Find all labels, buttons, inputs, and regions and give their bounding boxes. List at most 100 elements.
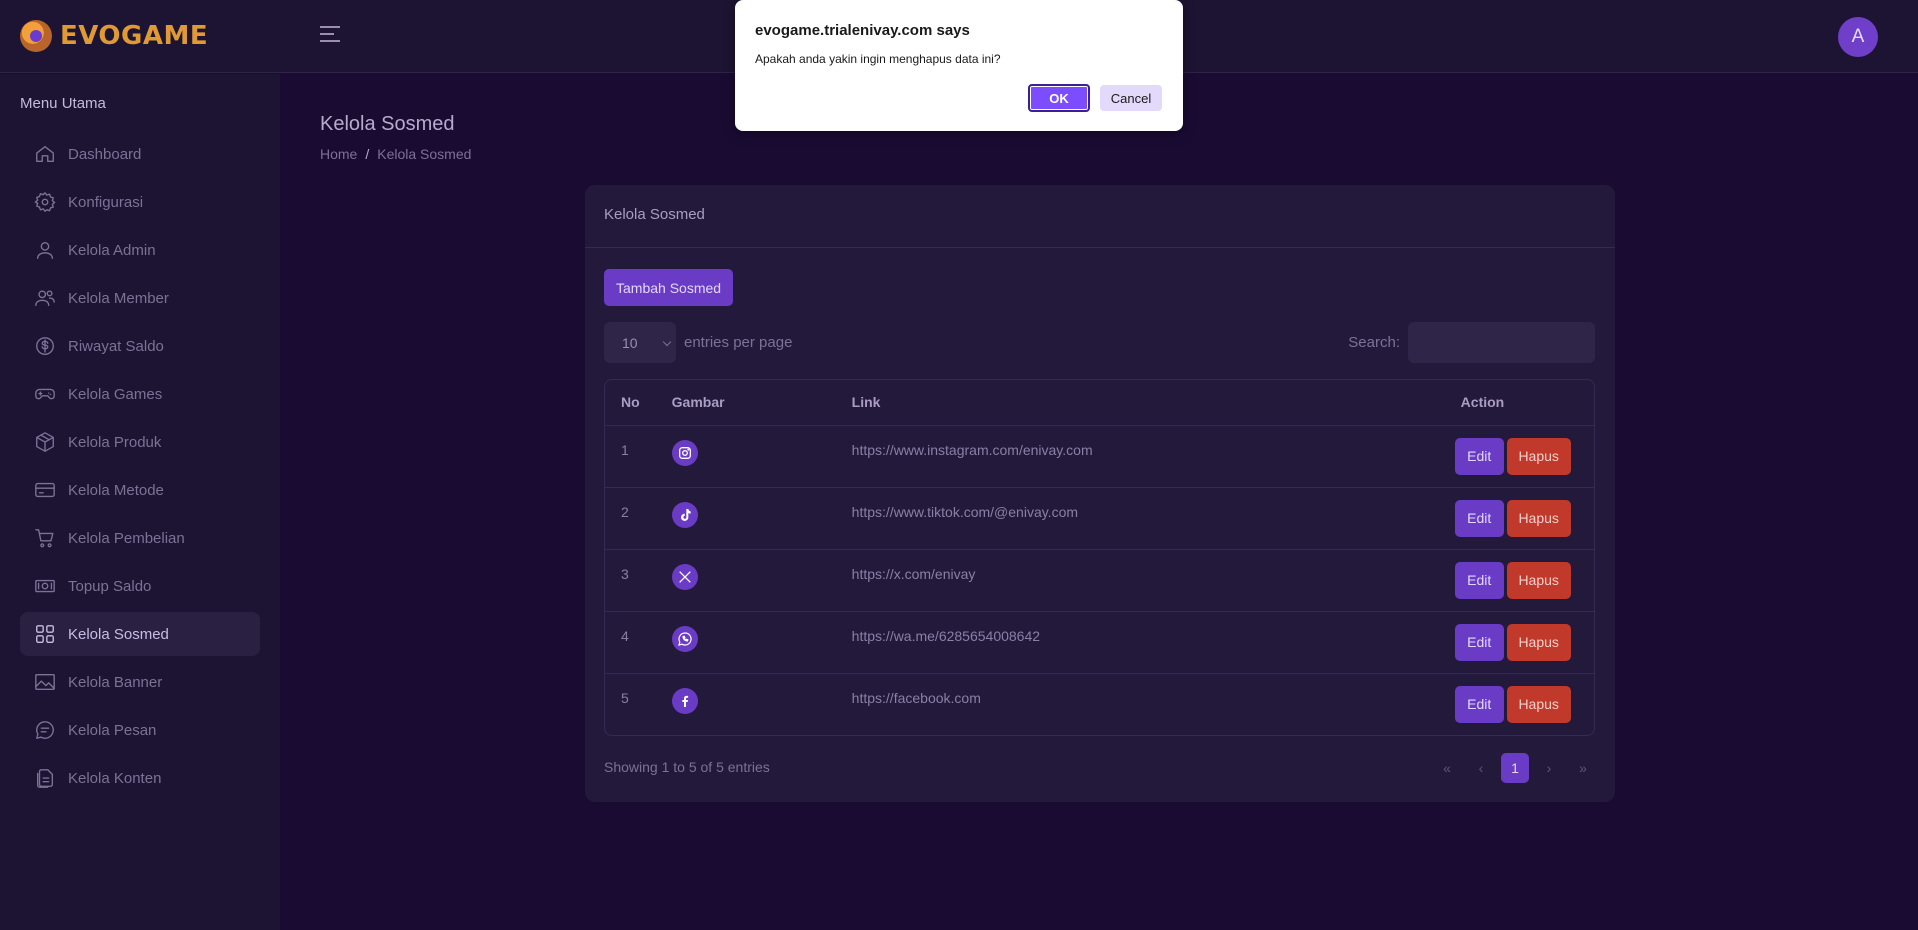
delete-button[interactable]: Hapus	[1506, 437, 1571, 475]
sidebar-item-label: Kelola Member	[68, 289, 169, 307]
sidebar-item-label: Riwayat Saldo	[68, 337, 164, 355]
row-number: 3	[605, 549, 656, 612]
sidebar-item-konfigurasi[interactable]: Konfigurasi	[20, 180, 260, 224]
sidebar-item-label: Kelola Konten	[68, 769, 162, 787]
delete-button[interactable]: Hapus	[1506, 623, 1571, 661]
money-icon	[34, 575, 68, 597]
box-icon	[34, 431, 68, 453]
sidebar-item-kelola-sosmed[interactable]: Kelola Sosmed	[20, 612, 260, 656]
row-image	[655, 549, 836, 612]
files-icon	[34, 767, 68, 789]
delete-button[interactable]: Hapus	[1506, 561, 1571, 599]
sidebar: Menu Utama Dashboard Konfigurasi Kelola Ad…	[0, 74, 280, 930]
column-header-gambar[interactable]: Gambar	[655, 380, 836, 426]
row-image	[655, 611, 836, 674]
card-title: Kelola Sosmed	[585, 185, 1615, 248]
row-link: https://x.com/enivay	[835, 549, 1445, 612]
gear-icon	[34, 191, 68, 213]
row-actions: Edit Hapus	[1444, 611, 1594, 674]
grid-icon	[34, 623, 68, 645]
dialog-message: Apakah anda yakin ingin menghapus data i…	[755, 52, 1001, 66]
column-header-link[interactable]: Link	[835, 380, 1445, 426]
row-image	[656, 673, 836, 735]
pager-prev-button[interactable]: ‹	[1467, 753, 1495, 783]
add-sosmed-button[interactable]: Tambah Sosmed	[604, 269, 734, 306]
sidebar-item-label: Kelola Games	[68, 385, 163, 403]
search-label: Search:	[1348, 334, 1400, 351]
sidebar-item-kelola-games[interactable]: Kelola Games	[20, 372, 260, 416]
users-icon	[34, 287, 68, 309]
avatar[interactable]: A	[1838, 17, 1878, 57]
sidebar-item-kelola-banner[interactable]: Kelola Banner	[20, 660, 260, 704]
sidebar-item-dashboard[interactable]: Dashboard	[20, 132, 260, 176]
table-row: 5 https://facebook.com Edit Hapus	[605, 673, 1594, 735]
row-link: https://facebook.com	[851, 689, 981, 706]
chat-icon	[34, 719, 68, 741]
sosmed-card: Kelola Sosmed Tambah Sosmed 10 entries p…	[585, 185, 1615, 802]
delete-button[interactable]: Hapus	[1506, 499, 1571, 537]
row-actions: Edit Hapus	[1444, 425, 1594, 488]
edit-button[interactable]: Edit	[1454, 437, 1504, 475]
dollar-icon	[34, 335, 68, 357]
gamepad-icon	[34, 383, 68, 405]
logo[interactable]: EVOGAME	[20, 18, 208, 54]
sidebar-item-kelola-member[interactable]: Kelola Member	[20, 276, 260, 320]
sidebar-item-label: Dashboard	[68, 145, 142, 163]
entries-per-page-select[interactable]: 10	[604, 322, 676, 363]
edit-button[interactable]: Edit	[1454, 623, 1504, 661]
sidebar-item-topup-saldo[interactable]: Topup Saldo	[20, 564, 260, 608]
sidebar-item-kelola-pembelian[interactable]: Kelola Pembelian	[20, 516, 260, 560]
breadcrumb-home[interactable]: Home	[320, 146, 357, 162]
dialog-ok-button[interactable]: OK	[1028, 84, 1090, 112]
sidebar-item-label: Kelola Produk	[68, 433, 162, 451]
image-icon	[34, 671, 68, 693]
row-actions: Edit Hapus	[1445, 673, 1594, 735]
sidebar-item-label: Kelola Pembelian	[68, 529, 185, 547]
sidebar-item-riwayat-saldo[interactable]: Riwayat Saldo	[20, 324, 260, 368]
pagination: « ‹ 1 › »	[1433, 753, 1597, 783]
column-header-action: Action	[1444, 380, 1594, 426]
search-input[interactable]	[1408, 322, 1595, 363]
user-icon	[34, 239, 68, 261]
pager-first-button[interactable]: «	[1433, 753, 1461, 783]
facebook-icon	[671, 687, 698, 714]
confirm-dialog: evogame.trialenivay.com says Apakah anda…	[735, 0, 1183, 131]
sidebar-item-label: Kelola Pesan	[68, 721, 157, 739]
table-row: 1 https://www.instagram.com/enivay.com E…	[605, 425, 1594, 488]
table-row: 2 https://www.tiktok.com/@enivay.com Edi…	[605, 487, 1594, 550]
row-number: 5	[621, 689, 629, 706]
sidebar-item-kelola-konten[interactable]: Kelola Konten	[20, 756, 260, 800]
row-number: 2	[605, 487, 656, 550]
row-number: 4	[605, 611, 656, 674]
breadcrumb: Home / Kelola Sosmed	[320, 146, 471, 162]
logo-text: EVOGAME	[60, 21, 209, 51]
column-header-no[interactable]: No	[605, 380, 656, 426]
sidebar-item-kelola-admin[interactable]: Kelola Admin	[20, 228, 260, 272]
instagram-icon	[671, 439, 698, 466]
cart-icon	[34, 527, 68, 549]
entries-per-page-label: entries per page	[684, 334, 793, 351]
edit-button[interactable]: Edit	[1454, 499, 1504, 537]
row-image	[655, 487, 836, 550]
row-actions: Edit Hapus	[1444, 549, 1594, 612]
delete-button[interactable]: Hapus	[1506, 685, 1571, 723]
hamburger-menu-icon[interactable]	[320, 26, 340, 44]
page-title: Kelola Sosmed	[320, 113, 455, 135]
sidebar-item-kelola-pesan[interactable]: Kelola Pesan	[20, 708, 260, 752]
pager-next-button[interactable]: ›	[1535, 753, 1563, 783]
row-link: https://wa.me/6285654008642	[835, 611, 1445, 674]
sidebar-item-label: Kelola Metode	[68, 481, 164, 499]
dialog-cancel-button[interactable]: Cancel	[1100, 85, 1162, 111]
pager-last-button[interactable]: »	[1569, 753, 1597, 783]
edit-button[interactable]: Edit	[1454, 685, 1504, 723]
logo-icon	[20, 20, 52, 52]
search-area: Search:	[1348, 322, 1595, 363]
sidebar-item-kelola-produk[interactable]: Kelola Produk	[20, 420, 260, 464]
x-icon	[671, 563, 698, 590]
sidebar-item-kelola-metode[interactable]: Kelola Metode	[20, 468, 260, 512]
table-header-row: No Gambar Link Action	[605, 380, 1594, 426]
row-link: https://www.instagram.com/enivay.com	[835, 425, 1445, 488]
home-icon	[34, 143, 68, 165]
pager-page-1-button[interactable]: 1	[1501, 753, 1529, 783]
edit-button[interactable]: Edit	[1454, 561, 1504, 599]
